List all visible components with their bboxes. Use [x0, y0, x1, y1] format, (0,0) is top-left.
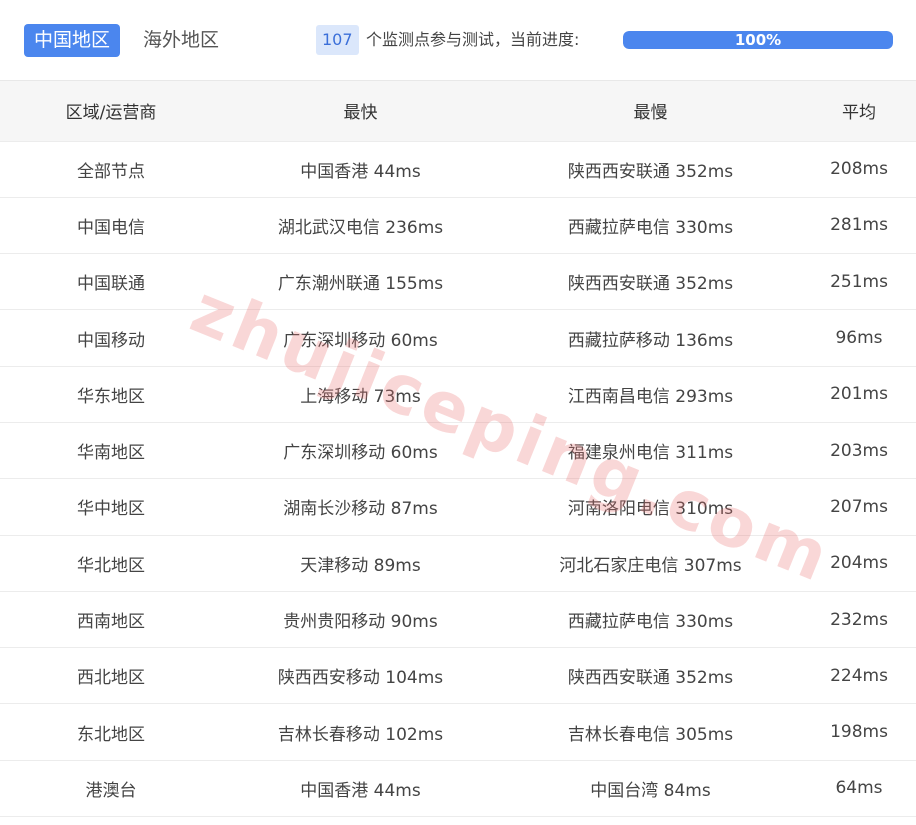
tab-china-region[interactable]: 中国地区: [24, 24, 121, 57]
table-row: 华东地区 上海移动 73ms 江西南昌电信 293ms 201ms: [0, 366, 916, 423]
cell-region: 西北地区: [0, 647, 222, 705]
table-row: 中国联通 广东潮州联通 155ms 陕西西安联通 352ms 251ms: [0, 253, 916, 311]
cell-average: 281ms: [802, 197, 916, 255]
tab-overseas-region[interactable]: 海外地区: [133, 24, 229, 57]
cell-slowest: 西藏拉萨电信 330ms: [499, 197, 802, 255]
cell-fastest: 天津移动 89ms: [222, 535, 499, 592]
latency-table: 区域/运营商 最快 最慢 平均 全部节点 中国香港 44ms 陕西西安联通 352m…: [0, 81, 916, 818]
cell-average: 208ms: [802, 141, 916, 198]
cell-slowest: 江西南昌电信 293ms: [499, 366, 802, 423]
cell-slowest: 西藏拉萨电信 330ms: [499, 591, 802, 649]
cell-average: 201ms: [802, 366, 916, 423]
table-row: 东北地区 吉林长春移动 102ms 吉林长春电信 305ms 198ms: [0, 703, 916, 761]
cell-average: 204ms: [802, 535, 916, 592]
cell-region: 港澳台: [0, 760, 222, 818]
cell-region: 华南地区: [0, 422, 222, 480]
table-row: 中国移动 广东深圳移动 60ms 西藏拉萨移动 136ms 96ms: [0, 309, 916, 367]
table-row: 全部节点 中国香港 44ms 陕西西安联通 352ms 208ms: [0, 141, 916, 198]
cell-fastest: 吉林长春移动 102ms: [222, 703, 499, 761]
cell-average: 203ms: [802, 422, 916, 480]
cell-fastest: 陕西西安移动 104ms: [222, 647, 499, 705]
cell-region: 华东地区: [0, 366, 222, 423]
cell-fastest: 上海移动 73ms: [222, 366, 499, 423]
cell-region: 全部节点: [0, 141, 222, 198]
cell-average: 64ms: [802, 760, 916, 818]
progress-bar: 100%: [623, 31, 893, 49]
cell-region: 中国移动: [0, 309, 222, 367]
cell-fastest: 广东深圳移动 60ms: [222, 422, 499, 480]
cell-region: 西南地区: [0, 591, 222, 649]
cell-slowest: 吉林长春电信 305ms: [499, 703, 802, 761]
table-row: 西南地区 贵州贵阳移动 90ms 西藏拉萨电信 330ms 232ms: [0, 591, 916, 649]
table-row: 华南地区 广东深圳移动 60ms 福建泉州电信 311ms 203ms: [0, 422, 916, 480]
cell-average: 232ms: [802, 591, 916, 649]
cell-fastest: 贵州贵阳移动 90ms: [222, 591, 499, 649]
cell-region: 中国电信: [0, 197, 222, 255]
cell-fastest: 广东潮州联通 155ms: [222, 253, 499, 311]
table-row: 港澳台 中国香港 44ms 中国台湾 84ms 64ms: [0, 760, 916, 818]
cell-average: 207ms: [802, 478, 916, 536]
cell-slowest: 河北石家庄电信 307ms: [499, 535, 802, 592]
cell-fastest: 广东深圳移动 60ms: [222, 309, 499, 367]
cell-fastest: 湖南长沙移动 87ms: [222, 478, 499, 536]
cell-slowest: 福建泉州电信 311ms: [499, 422, 802, 480]
cell-average: 198ms: [802, 703, 916, 761]
header-fastest: 最快: [222, 81, 499, 142]
cell-fastest: 中国香港 44ms: [222, 141, 499, 198]
cell-slowest: 河南洛阳电信 310ms: [499, 478, 802, 536]
cell-region: 中国联通: [0, 253, 222, 311]
progress-percent: 100%: [734, 31, 782, 49]
table-row: 西北地区 陕西西安移动 104ms 陕西西安联通 352ms 224ms: [0, 647, 916, 705]
cell-region: 华中地区: [0, 478, 222, 536]
top-bar: 中国地区 海外地区 107 个监测点参与测试，当前进度: 100%: [0, 0, 916, 81]
cell-slowest: 陕西西安联通 352ms: [499, 647, 802, 705]
cell-slowest: 陕西西安联通 352ms: [499, 253, 802, 311]
header-average: 平均: [802, 81, 916, 142]
cell-fastest: 中国香港 44ms: [222, 760, 499, 818]
node-count-badge: 107: [316, 25, 359, 55]
header-slowest: 最慢: [499, 81, 802, 142]
table-header-row: 区域/运营商 最快 最慢 平均: [0, 81, 916, 142]
cell-region: 华北地区: [0, 535, 222, 592]
cell-fastest: 湖北武汉电信 236ms: [222, 197, 499, 255]
cell-average: 224ms: [802, 647, 916, 705]
cell-slowest: 陕西西安联通 352ms: [499, 141, 802, 198]
cell-average: 96ms: [802, 309, 916, 367]
cell-average: 251ms: [802, 253, 916, 311]
cell-slowest: 中国台湾 84ms: [499, 760, 802, 818]
cell-region: 东北地区: [0, 703, 222, 761]
progress-label: 个监测点参与测试，当前进度:: [366, 30, 580, 49]
table-row: 华中地区 湖南长沙移动 87ms 河南洛阳电信 310ms 207ms: [0, 478, 916, 536]
table-row: 华北地区 天津移动 89ms 河北石家庄电信 307ms 204ms: [0, 535, 916, 592]
header-region: 区域/运营商: [0, 81, 222, 142]
table-row: 中国电信 湖北武汉电信 236ms 西藏拉萨电信 330ms 281ms: [0, 197, 916, 255]
cell-slowest: 西藏拉萨移动 136ms: [499, 309, 802, 367]
